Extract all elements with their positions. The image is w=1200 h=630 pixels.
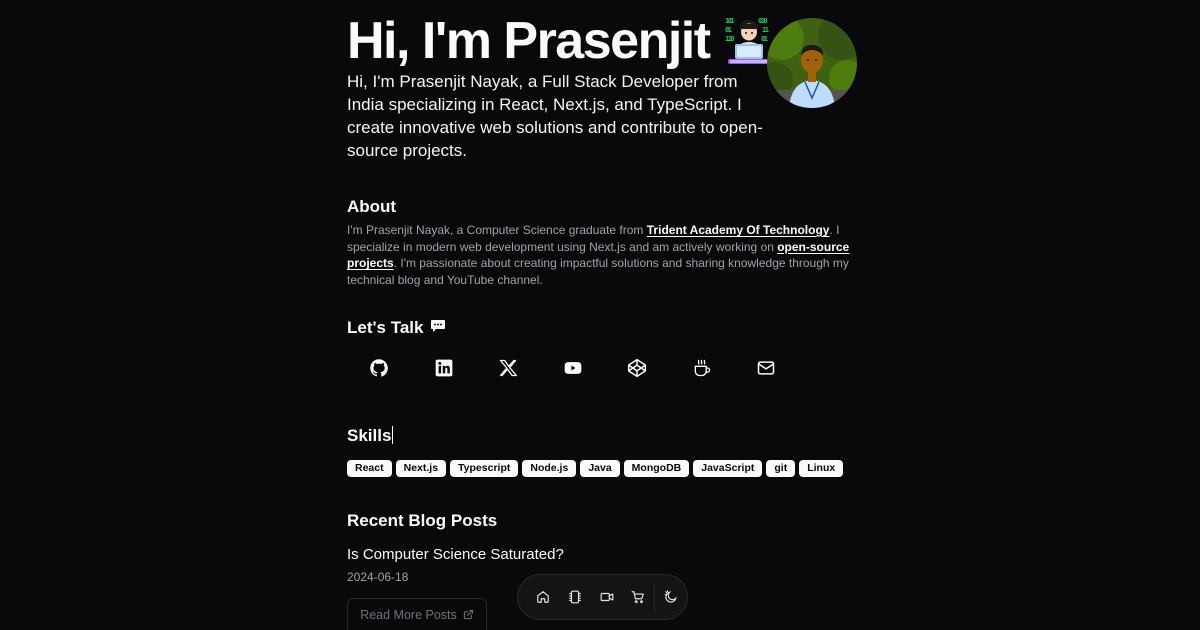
skill-list: React Next.js Typescript Node.js Java Mo… (347, 460, 844, 477)
home-icon (537, 591, 549, 603)
x-icon (500, 359, 518, 377)
dock (517, 574, 688, 620)
linkedin-icon (435, 359, 453, 377)
youtube-link[interactable] (541, 352, 606, 384)
skills-heading-text: Skills (347, 426, 392, 445)
skill-badge: Linux (799, 460, 844, 477)
skill-badge: MongoDB (623, 460, 690, 477)
github-icon (370, 359, 389, 377)
svg-text:01: 01 (725, 26, 732, 34)
page: Hi, I'm Prasenjit 101 010 01 11 110 01 H… (0, 0, 1200, 630)
skill-badge: git (766, 460, 796, 477)
codepen-link[interactable] (605, 352, 670, 384)
theme-toggle-icon (664, 590, 677, 603)
dock-blog[interactable] (559, 581, 591, 613)
skill-badge: Typescript (450, 460, 519, 477)
coffee-link[interactable] (670, 352, 735, 384)
coffee-icon (694, 359, 710, 377)
external-link-icon (463, 609, 473, 620)
about-heading: About (347, 197, 397, 216)
skill-badge: Node.js (522, 460, 577, 477)
skills-section: Skills (347, 426, 394, 446)
github-link[interactable] (347, 352, 412, 384)
skill-badge: Java (580, 460, 620, 477)
svg-text:01: 01 (761, 35, 768, 43)
read-more-button[interactable]: Read More Posts (347, 598, 487, 630)
about-text-3: . I'm passionate about creating impactfu… (347, 256, 849, 287)
mail-link[interactable] (734, 352, 799, 384)
notebook-icon (568, 590, 581, 604)
avatar (767, 18, 857, 108)
svg-text:101: 101 (725, 17, 734, 25)
x-link[interactable] (476, 352, 541, 384)
hero-subtitle: Hi, I'm Prasenjit Nayak, a Full Stack De… (347, 72, 763, 160)
technologist-emoji-icon: 101 010 01 11 110 01 (724, 15, 774, 67)
blog-heading: Recent Blog Posts (347, 511, 498, 530)
svg-text:110: 110 (725, 35, 734, 43)
skill-badge: Next.js (395, 460, 447, 477)
dock-home[interactable] (527, 581, 559, 613)
speech-bubble-icon (430, 319, 446, 338)
talk-section: Let's Talk (347, 318, 446, 338)
skills-heading: Skills (347, 426, 394, 446)
dock-videos[interactable] (591, 581, 623, 613)
talk-heading: Let's Talk (347, 318, 424, 337)
dock-store[interactable] (622, 581, 654, 613)
hero-title-text: Hi, I'm Prasenjit (347, 12, 711, 70)
blog-post-title[interactable]: Is Computer Science Saturated? (347, 546, 862, 563)
skill-badge: JavaScript (693, 460, 763, 477)
svg-text:11: 11 (762, 26, 769, 34)
read-more-label: Read More Posts (360, 607, 457, 622)
about-text-1: I'm Prasenjit Nayak, a Computer Science … (347, 223, 647, 237)
mail-icon (758, 361, 775, 375)
codepen-icon (628, 358, 647, 378)
dock-theme-toggle[interactable] (655, 581, 687, 613)
linkedin-link[interactable] (412, 352, 477, 384)
youtube-icon (564, 362, 582, 374)
skill-badge: React (347, 460, 392, 477)
svg-text:010: 010 (758, 17, 767, 25)
about-section: About I'm Prasenjit Nayak, a Computer Sc… (347, 197, 862, 288)
about-text: I'm Prasenjit Nayak, a Computer Science … (347, 222, 862, 288)
social-links (347, 352, 799, 384)
college-link[interactable]: Trident Academy Of Technology (647, 223, 830, 237)
video-icon (600, 592, 613, 602)
cart-icon (631, 591, 645, 604)
text-caret (392, 426, 394, 444)
